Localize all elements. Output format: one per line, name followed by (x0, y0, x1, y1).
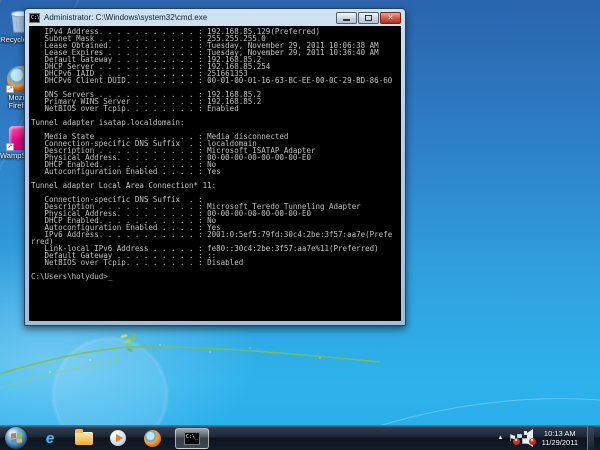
taskbar-clock[interactable]: 10:13 AM 11/29/2011 (538, 429, 582, 447)
taskbar-media-player-button[interactable] (105, 427, 131, 450)
minimize-icon (343, 19, 350, 21)
folder-icon (75, 432, 93, 445)
mute-badge: × (529, 438, 536, 445)
desktop: Recycle Bin ↗ Mozilla Firefox ↗ WampServ… (0, 0, 600, 450)
shortcut-arrow-icon: ↗ (6, 143, 14, 151)
internet-explorer-icon: e (46, 430, 54, 447)
console-output-area[interactable]: IPv4 Address. . . . . . . . . . . : 192.… (29, 26, 401, 321)
cmd-window: C:\_ Administrator: C:\Windows\system32\… (24, 8, 406, 326)
windows-logo-icon (11, 432, 22, 443)
taskbar-internet-explorer-button[interactable]: e (37, 427, 63, 450)
show-desktop-button[interactable] (587, 426, 594, 450)
show-hidden-icons-button[interactable]: ▲ (498, 433, 504, 443)
action-center-flag-icon[interactable]: ⚑ × (508, 433, 516, 443)
maximize-icon (365, 15, 372, 21)
window-title: Administrator: C:\Windows\system32\cmd.e… (44, 13, 336, 22)
cmd-titlebar[interactable]: C:\_ Administrator: C:\Windows\system32\… (25, 9, 405, 26)
volume-muted-icon[interactable]: × (527, 433, 533, 443)
taskbar-cmd-button-active[interactable]: C:\_ (175, 428, 209, 449)
taskbar: e C:\_ ▲ ⚑ × × 10:13 AM (0, 425, 600, 450)
cmd-icon: C:\_ (29, 13, 40, 23)
system-tray: ▲ ⚑ × × 10:13 AM 11/29/2011 (498, 426, 600, 450)
maximize-button[interactable] (358, 12, 379, 24)
start-button[interactable] (5, 427, 27, 449)
clock-time: 10:13 AM (542, 429, 578, 438)
media-player-icon (110, 430, 126, 446)
close-button[interactable]: × (380, 12, 401, 24)
minimize-button[interactable] (336, 12, 357, 24)
console-window-icon: C:\_ (184, 432, 200, 445)
taskbar-explorer-button[interactable] (71, 427, 97, 450)
taskbar-firefox-button[interactable] (139, 427, 165, 450)
shortcut-arrow-icon: ↗ (6, 85, 14, 93)
firefox-icon (144, 430, 161, 447)
clock-date: 11/29/2011 (542, 438, 578, 447)
console-text: IPv4 Address. . . . . . . . . . . : 192.… (29, 26, 401, 280)
alert-badge: × (513, 438, 520, 445)
